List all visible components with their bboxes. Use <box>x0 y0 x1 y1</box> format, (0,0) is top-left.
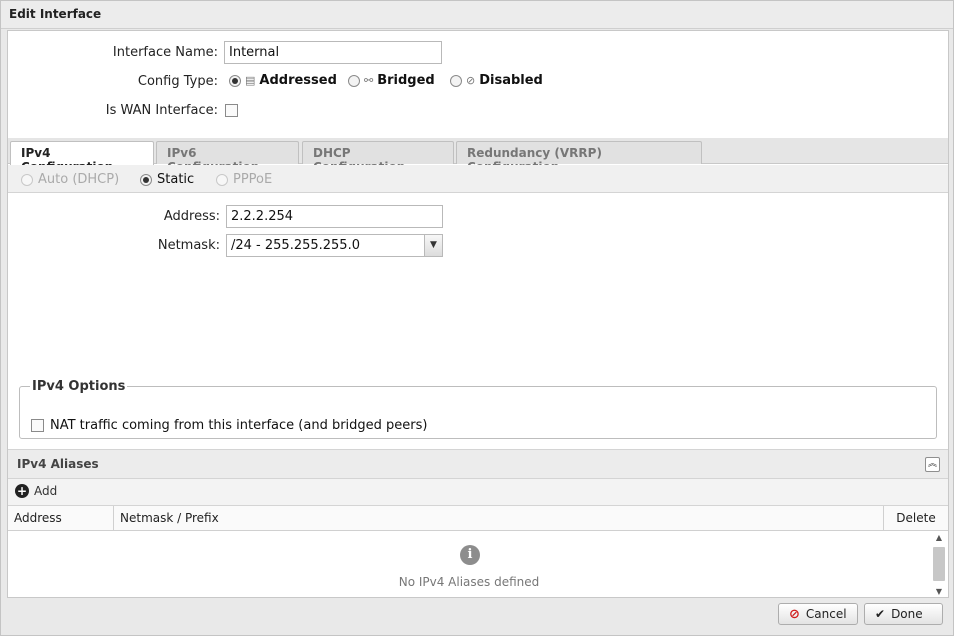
cancel-button[interactable]: ⊘ Cancel <box>778 603 858 625</box>
interface-name-label: Interface Name: <box>112 45 218 60</box>
edit-interface-dialog: Edit Interface Interface Name: Internal … <box>0 0 954 636</box>
config-type-disabled[interactable]: ⊘ Disabled <box>450 73 543 88</box>
config-type-addressed-label: Addressed <box>259 73 337 88</box>
config-tabstrip: IPv4 Configuration IPv6 Configuration DH… <box>8 138 948 174</box>
mode-static-label: Static <box>157 172 195 187</box>
aliases-grid-header: Address Netmask / Prefix Delete <box>8 506 948 531</box>
aliases-scrollbar[interactable]: ▲ ▼ <box>932 533 946 597</box>
chevron-down-icon[interactable]: ▼ <box>424 235 442 256</box>
ipv4-aliases-title: IPv4 Aliases <box>17 457 99 471</box>
done-button[interactable]: ✔ Done <box>864 603 943 625</box>
interface-name-input[interactable]: Internal <box>224 41 442 64</box>
add-alias-button[interactable]: + Add <box>15 484 57 498</box>
plus-icon: + <box>15 484 29 498</box>
tab-redundancy-configuration[interactable]: Redundancy (VRRP) Configuration <box>456 141 702 174</box>
radio-addressed[interactable] <box>229 74 241 87</box>
column-delete[interactable]: Delete <box>884 506 948 531</box>
cancel-label: Cancel <box>805 607 847 621</box>
dialog-content: Interface Name: Internal Config Type: ▤ … <box>7 30 949 598</box>
radio-disabled[interactable] <box>450 74 462 87</box>
config-type-bridged-label: Bridged <box>377 73 435 88</box>
check-icon: ✔ <box>875 607 886 621</box>
dialog-title: Edit Interface <box>9 7 102 21</box>
netmask-label: Netmask: <box>157 238 220 253</box>
mode-static[interactable]: Static <box>140 172 194 187</box>
scroll-down-icon[interactable]: ▼ <box>932 587 946 597</box>
cancel-icon: ⊘ <box>789 606 800 622</box>
is-wan-label: Is WAN Interface: <box>105 103 218 118</box>
address-label: Address: <box>163 209 220 224</box>
done-label: Done <box>891 607 923 621</box>
ipv4-options-legend: IPv4 Options <box>32 379 126 394</box>
config-type-label: Config Type: <box>137 74 218 89</box>
aliases-grid-body: i No IPv4 Aliases defined ▲ ▼ <box>8 531 948 597</box>
address-input[interactable]: 2.2.2.254 <box>226 205 443 228</box>
scroll-thumb[interactable] <box>933 547 945 581</box>
document-icon: ▤ <box>245 74 256 87</box>
column-netmask-prefix[interactable]: Netmask / Prefix <box>114 506 884 531</box>
dialog-titlebar[interactable]: Edit Interface <box>1 1 953 29</box>
ipv4-mode-bar: Auto (DHCP) Static PPPoE <box>8 165 948 193</box>
nat-label: NAT traffic coming from this interface (… <box>50 418 428 433</box>
ipv4-aliases-header: IPv4 Aliases ︽ <box>8 449 948 479</box>
nat-option[interactable]: NAT traffic coming from this interface (… <box>31 418 427 433</box>
netmask-selected-value: /24 - 255.255.255.0 <box>231 238 360 253</box>
aliases-toolbar: + Add <box>8 479 948 506</box>
tab-dhcp-configuration[interactable]: DHCP Configuration <box>302 141 454 174</box>
mode-pppoe-label: PPPoE <box>233 172 273 187</box>
collapse-icon[interactable]: ︽ <box>925 457 940 472</box>
mode-auto-dhcp[interactable]: Auto (DHCP) <box>21 172 119 187</box>
mode-auto-dhcp-label: Auto (DHCP) <box>38 172 120 187</box>
tab-ipv6-configuration[interactable]: IPv6 Configuration <box>156 141 299 174</box>
link-icon: ⚯ <box>364 74 374 87</box>
column-address[interactable]: Address <box>8 506 114 531</box>
is-wan-checkbox[interactable] <box>225 104 238 117</box>
radio-bridged[interactable] <box>348 74 360 87</box>
info-icon: i <box>460 545 480 565</box>
radio-static[interactable] <box>140 173 152 186</box>
prohibited-icon: ⊘ <box>466 74 476 87</box>
netmask-select[interactable]: /24 - 255.255.255.0 ▼ <box>226 234 443 257</box>
ipv4-options-group: IPv4 Options NAT traffic coming from thi… <box>19 379 937 439</box>
aliases-empty-message: No IPv4 Aliases defined <box>398 575 540 589</box>
mode-pppoe[interactable]: PPPoE <box>216 172 272 187</box>
config-type-disabled-label: Disabled <box>479 73 543 88</box>
radio-auto-dhcp[interactable] <box>21 173 33 186</box>
config-type-addressed[interactable]: ▤ Addressed <box>229 73 337 88</box>
tab-ipv4-configuration[interactable]: IPv4 Configuration <box>10 141 154 174</box>
config-type-bridged[interactable]: ⚯ Bridged <box>348 73 435 88</box>
radio-pppoe[interactable] <box>216 173 228 186</box>
scroll-up-icon[interactable]: ▲ <box>932 533 946 543</box>
add-alias-label: Add <box>34 484 58 498</box>
nat-checkbox[interactable] <box>31 419 44 432</box>
